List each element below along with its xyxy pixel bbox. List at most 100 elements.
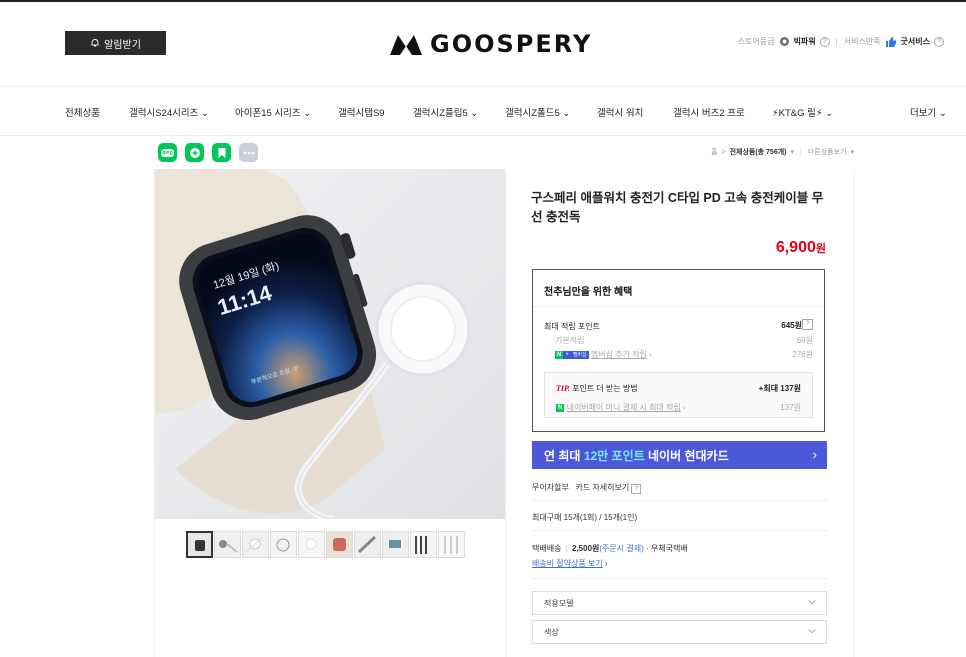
banner-suffix: 네이버 현대카드 bbox=[648, 448, 729, 463]
store-logo[interactable]: GOOSPERY bbox=[388, 30, 592, 58]
shipping-saving-link[interactable]: 배송비 절약상품 보기 bbox=[532, 559, 603, 568]
nav-item-galaxy-tab-s9[interactable]: 갤럭시탭S9 bbox=[338, 105, 385, 119]
blog-share-button[interactable]: blog bbox=[158, 143, 177, 162]
product-price: 6,900원 bbox=[776, 239, 826, 257]
top-border bbox=[0, 0, 966, 2]
talk-icon bbox=[189, 147, 200, 158]
caret-down-icon: ▾ bbox=[790, 149, 795, 156]
bookmark-share-button[interactable] bbox=[212, 143, 231, 162]
installment-label: 무이자할부 bbox=[532, 483, 569, 492]
breadcrumb-chevron-icon: > bbox=[721, 148, 726, 156]
nav-item-galaxy-watch[interactable]: 갤럭시 워치 bbox=[597, 105, 643, 119]
divider: | bbox=[565, 544, 568, 553]
service-value: 굿서비스 bbox=[900, 37, 930, 46]
basic-points-value: 69원 bbox=[796, 336, 813, 345]
shipping-label: 택배배송 bbox=[532, 544, 562, 553]
chevron-right-icon: › bbox=[812, 447, 817, 462]
category-nav: 전체상품 갤럭시S24시리즈 ⌄ 아이폰15 시리즈 ⌄ 갤럭시탭S9 갤럭시Z… bbox=[0, 87, 966, 135]
product-info-panel: 구스페리 애플워치 충전기 C타입 PD 고속 충전케이블 무선 충전독 6,9… bbox=[504, 169, 855, 657]
chevron-right-icon: › bbox=[682, 403, 686, 412]
store-grade-value: 빅파워 bbox=[793, 37, 816, 46]
nav-item-z-fold5[interactable]: 갤럭시Z폴드5 ⌄ bbox=[505, 105, 570, 119]
nav-item-all[interactable]: 전체상품 bbox=[65, 105, 100, 119]
notify-label: 알림받기 bbox=[104, 39, 141, 51]
notify-button[interactable]: 알림받기 bbox=[65, 31, 166, 55]
membership-link[interactable]: 멤버십 추가 적립 bbox=[591, 350, 647, 359]
divider bbox=[532, 530, 827, 531]
bell-icon bbox=[91, 39, 99, 47]
naverpay-row[interactable]: N 네이버페이 머니 결제 시 최대 적립 › bbox=[556, 402, 686, 413]
nav-item-buds2-pro[interactable]: 갤럭시 버즈2 프로 bbox=[673, 105, 745, 119]
nav-item-galaxy-s24[interactable]: 갤럭시S24시리즈 ⌄ bbox=[129, 105, 209, 119]
breadcrumb-current[interactable]: 전체상품(총 756개) bbox=[730, 147, 787, 157]
membership-points-value: 276원 bbox=[792, 350, 813, 359]
tip-label: 포인트 더 받는 방법 bbox=[572, 384, 638, 393]
talk-share-button[interactable] bbox=[185, 143, 204, 162]
thumbnail-1[interactable] bbox=[186, 531, 213, 558]
product-gallery: 12월 19일 (화) 11:14 부분적으로 흐림 -3° bbox=[154, 169, 506, 657]
nav-item-ktg-lil[interactable]: ⚡KT&G 릴⚡ ⌄ bbox=[772, 105, 833, 119]
breadcrumb-other-products[interactable]: 다른상품보기 bbox=[808, 147, 847, 157]
apple-watch-photo: 12월 19일 (화) 11:14 부분적으로 흐림 -3° bbox=[155, 169, 505, 519]
store-info: 스토어등급 빅파워 ? | 서비스만족 굿서비스 ? bbox=[738, 36, 944, 47]
shipping-row: 택배배송 | 2,500원(주문시 결제) · 우체국택배 bbox=[532, 543, 688, 554]
max-purchase-text: 최대구매 15개(1회) / 15개(1인) bbox=[532, 513, 638, 522]
chevron-down-icon bbox=[808, 629, 816, 634]
caret-down-icon: ▾ bbox=[850, 149, 854, 156]
more-share-button[interactable] bbox=[239, 143, 258, 162]
nav-more[interactable]: 더보기 ⌄ bbox=[910, 105, 947, 119]
store-grade-label: 스토어등급 bbox=[737, 37, 775, 46]
more-dots-icon bbox=[243, 151, 254, 154]
saving-link-row[interactable]: 배송비 절약상품 보기 › bbox=[532, 558, 608, 569]
thumbnail-strip bbox=[186, 531, 465, 558]
chevron-right-icon: › bbox=[604, 559, 608, 568]
nav-item-iphone15[interactable]: 아이폰15 시리즈 ⌄ bbox=[235, 105, 311, 119]
max-points-value: 645원 bbox=[781, 321, 802, 330]
tip-row: TIP. 포인트 더 받는 방법 bbox=[556, 383, 638, 394]
help-icon[interactable]: ? bbox=[631, 484, 642, 494]
divider: | bbox=[800, 148, 802, 156]
model-select-placeholder: 적용모델 bbox=[544, 598, 574, 608]
thumbnail-3[interactable] bbox=[242, 531, 269, 558]
divider bbox=[533, 306, 824, 307]
thumbnail-4[interactable] bbox=[270, 531, 297, 558]
blog-icon: blog bbox=[161, 148, 174, 157]
thumbnail-9[interactable] bbox=[410, 531, 437, 558]
membership-row[interactable]: N + 멤버십 멤버십 추가 적립 › bbox=[555, 349, 652, 360]
help-icon[interactable]: ? bbox=[802, 319, 813, 330]
breadcrumb-home[interactable]: 홈 bbox=[711, 147, 717, 157]
tip-box: TIP. 포인트 더 받는 방법 +최대 137원 N 네이버페이 머니 결제 … bbox=[544, 372, 813, 418]
thumbnail-7[interactable] bbox=[354, 531, 381, 558]
divider: | bbox=[835, 37, 838, 46]
nav-divider bbox=[0, 135, 966, 136]
share-buttons: blog bbox=[158, 143, 258, 162]
thumbs-up-icon bbox=[885, 37, 896, 47]
thumbnail-2[interactable] bbox=[214, 531, 241, 558]
chevron-right-icon: › bbox=[649, 350, 652, 359]
card-detail-link[interactable]: 카드 자세히보기 bbox=[575, 483, 629, 492]
naverpay-link[interactable]: 네이버페이 머니 결제 시 최대 적립 bbox=[567, 403, 681, 412]
banner-prefix: 연 최대 bbox=[544, 448, 581, 463]
price-value: 6,900 bbox=[775, 239, 816, 256]
color-select[interactable]: 색상 bbox=[532, 620, 827, 644]
basic-points-label: 기본적립 bbox=[555, 336, 585, 345]
thumbnail-6[interactable] bbox=[326, 531, 353, 558]
help-icon[interactable]: ? bbox=[934, 36, 944, 47]
thumbnail-8[interactable] bbox=[382, 531, 409, 558]
product-main-image[interactable]: 12월 19일 (화) 11:14 부분적으로 흐림 -3° bbox=[155, 169, 505, 519]
membership-badge: 멤버십 bbox=[570, 350, 589, 359]
benefit-heading: 천추님만을 위한 혜택 bbox=[544, 287, 633, 298]
nav-item-z-flip5[interactable]: 갤럭시Z플립5 ⌄ bbox=[413, 105, 478, 119]
help-icon[interactable]: ? bbox=[819, 36, 830, 47]
thumbnail-10[interactable] bbox=[438, 531, 465, 558]
tip-prefix: TIP. bbox=[556, 384, 570, 393]
color-select-placeholder: 색상 bbox=[544, 627, 559, 637]
thumbnail-5[interactable] bbox=[298, 531, 325, 558]
shipping-fee-note: (주문시 결제) bbox=[599, 544, 644, 553]
divider bbox=[532, 500, 827, 501]
hyundai-card-banner[interactable]: 연 최대 12만 포인트 네이버 현대카드 › bbox=[532, 441, 827, 469]
service-label: 서비스만족 bbox=[843, 37, 881, 46]
product-title: 구스페리 애플워치 충전기 C타입 PD 고속 충전케이블 무선 충전독 bbox=[531, 191, 824, 224]
max-points-label: 최대 적립 포인트 bbox=[544, 322, 600, 331]
model-select[interactable]: 적용모델 bbox=[532, 591, 827, 615]
